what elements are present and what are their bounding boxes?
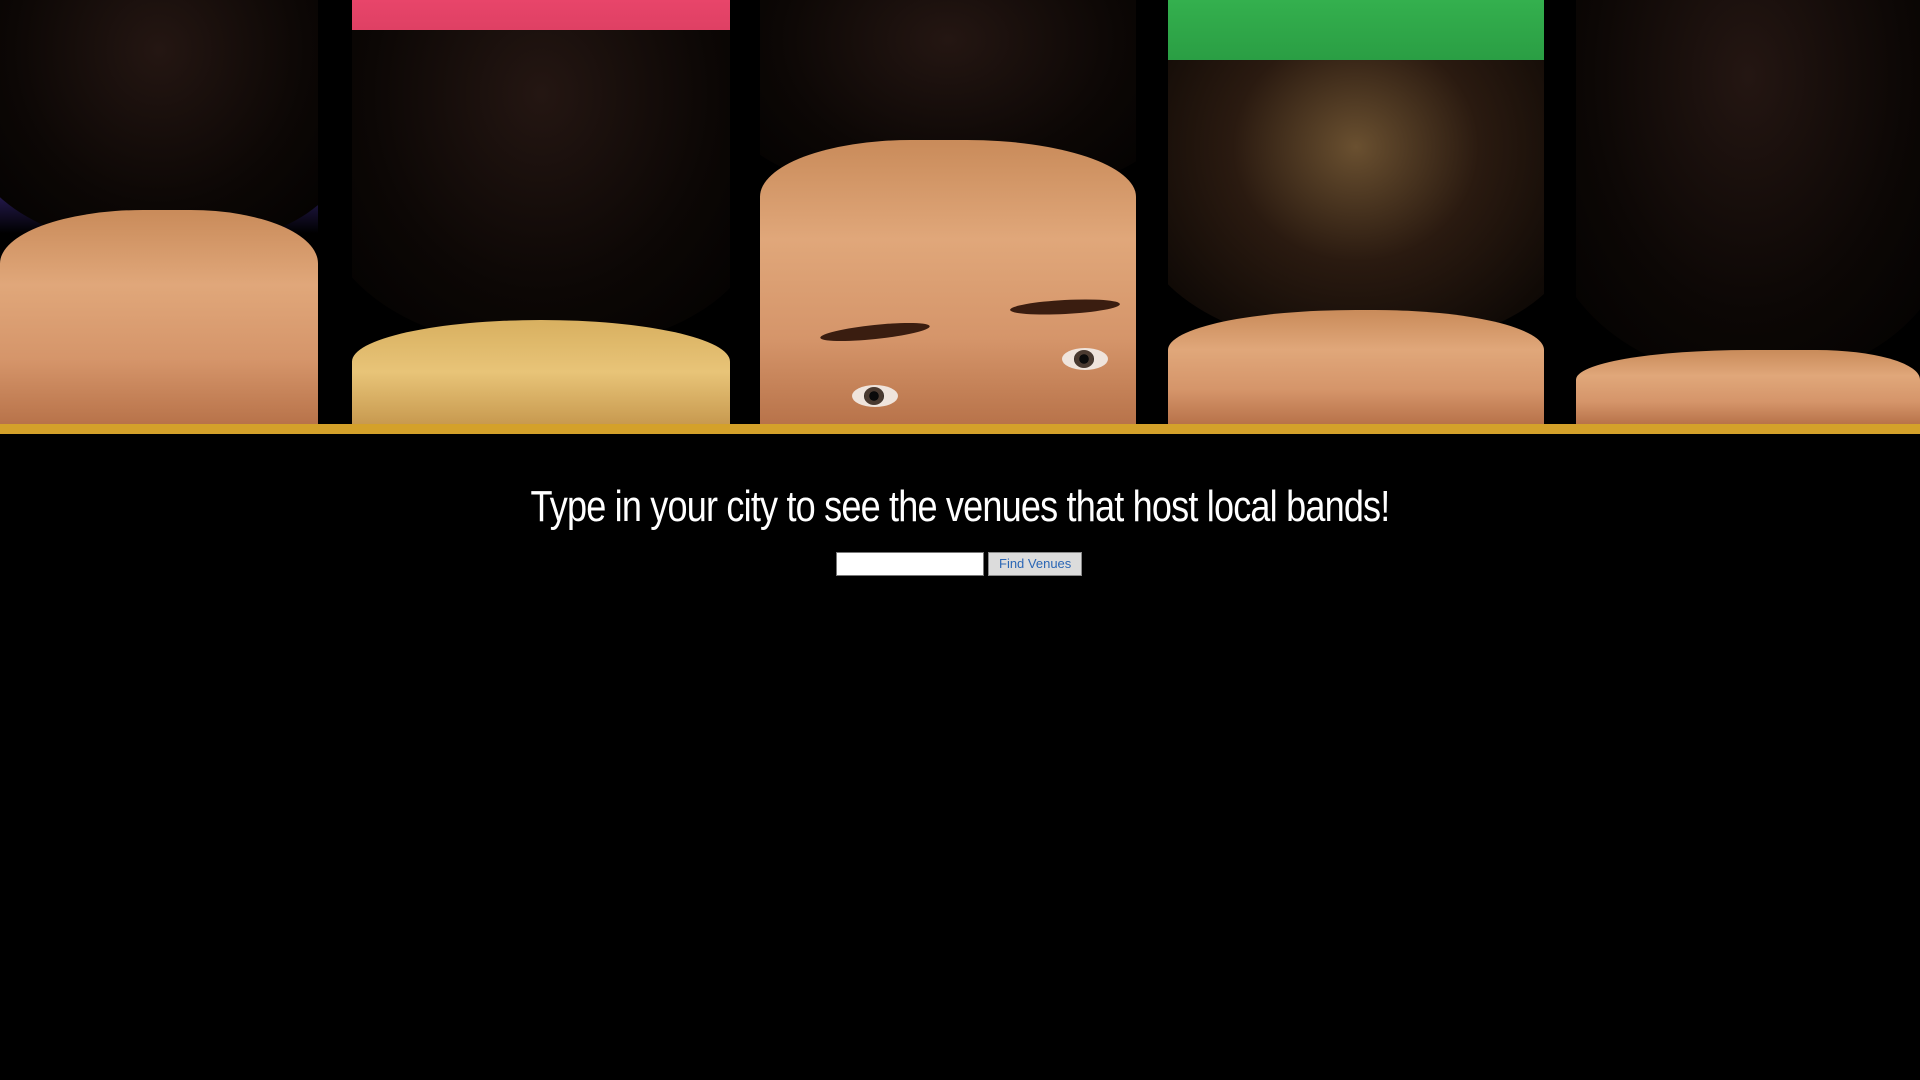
banner-panel-3: [760, 0, 1136, 424]
find-venues-button[interactable]: Find Venues: [988, 552, 1083, 576]
page-headline: Type in your city to see the venues that…: [530, 482, 1390, 531]
header-banner-image: [0, 0, 1920, 424]
banner-panel-2: [352, 0, 730, 424]
venue-search-form: Find Venues: [836, 551, 1083, 577]
banner-panel-1: [0, 0, 318, 424]
page: Type in your city to see the venues that…: [0, 0, 1920, 1080]
banner-panel-4: [1168, 0, 1544, 424]
banner-accent-bar: [0, 424, 1920, 434]
banner-panel-5: [1576, 0, 1920, 424]
city-search-input[interactable]: [836, 552, 984, 576]
